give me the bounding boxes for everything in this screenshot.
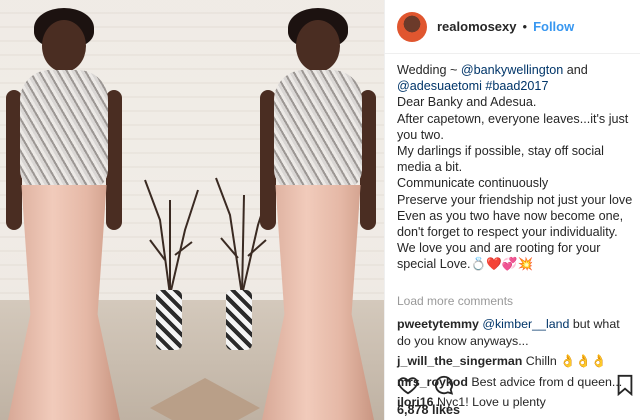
caption-line: media a bit.	[397, 159, 628, 175]
caption-text: My darlings if possible, stay off social	[397, 144, 604, 159]
caption-text: Dear Banky and Adesua.	[397, 95, 537, 110]
bookmark-icon[interactable]	[615, 374, 635, 396]
caption-line: Preserve your friendship not just your l…	[397, 192, 632, 208]
username-link[interactable]: realomosexy	[437, 19, 517, 34]
caption-line: My darlings if possible, stay off social	[397, 143, 628, 159]
caption-line: Communicate continuously	[397, 175, 628, 191]
comments-list: pweetytemmy @kimber__land but what do yo…	[385, 314, 640, 413]
caption-text: After capetown, everyone leaves...it's j…	[397, 111, 629, 126]
caption-text: Preserve your friendship not just your l…	[397, 192, 633, 207]
post-header: realomosexy • Follow	[385, 0, 640, 54]
comment-item: j_will_the_singerman Chilln 👌👌👌	[385, 351, 640, 372]
decor-branches-left	[144, 179, 199, 295]
comment-text: Chilln 👌👌👌	[522, 354, 607, 368]
decor-vase-right	[226, 290, 252, 350]
caption-text: Communicate continuously	[397, 176, 549, 191]
follow-button[interactable]: Follow	[533, 19, 574, 34]
post-caption: Wedding ~ @bankywellington and @adesuaeto…	[385, 54, 640, 296]
caption-text: don't forget to respect your individuali…	[397, 225, 618, 240]
caption-text: special Love.💍❤️💞💥	[397, 257, 534, 272]
avatar[interactable]	[397, 11, 427, 42]
heart-outline-icon[interactable]	[397, 374, 419, 396]
likes-count[interactable]: 6,878 likes	[397, 403, 460, 417]
caption-line: @adesuaetomi #baad2017	[397, 78, 628, 94]
caption-line: special Love.💍❤️💞💥	[397, 256, 628, 272]
caption-line: Dear Banky and Adesua.	[397, 94, 628, 110]
post-side-panel: realomosexy • Follow Wedding ~ @bankywel…	[384, 0, 640, 420]
comment-item: pweetytemmy @kimber__land but what do yo…	[385, 314, 640, 351]
person-figure-left	[0, 8, 128, 420]
decor-vase-left	[156, 290, 182, 350]
caption-line: you two.	[397, 127, 628, 143]
caption-line: don't forget to respect your individuali…	[397, 224, 628, 240]
hashtag-link[interactable]: #baad2017	[485, 79, 548, 93]
comment-bubble-icon[interactable]	[433, 374, 455, 396]
caption-text: you two.	[397, 127, 444, 142]
separator-dot: •	[522, 19, 528, 34]
load-more-comments-button[interactable]: Load more comments	[385, 294, 640, 314]
comment-username[interactable]: pweetytemmy	[397, 317, 479, 331]
mention-link[interactable]: @adesuaetomi	[397, 79, 482, 93]
caption-text: Even as you two have now become one,	[397, 208, 624, 223]
mention-link[interactable]: @kimber__land	[482, 317, 569, 331]
mention-link[interactable]: @bankywellington	[461, 63, 563, 77]
person-figure-right	[252, 8, 382, 420]
caption-text: and	[563, 63, 588, 77]
caption-line: We love you and are rooting for your	[397, 240, 628, 256]
comment-text: Best advice from d queen...	[467, 374, 623, 389]
comment-username[interactable]: j_will_the_singerman	[397, 354, 522, 368]
caption-line: Even as you two have now become one,	[397, 208, 628, 224]
caption-line: After capetown, everyone leaves...it's j…	[397, 111, 628, 127]
caption-text: media a bit.	[397, 160, 463, 175]
caption-text: We love you and are rooting for your	[397, 241, 601, 256]
post-photo[interactable]	[0, 0, 384, 420]
caption-text: Wedding ~	[397, 63, 461, 77]
action-bar	[397, 374, 633, 396]
caption-line: Wedding ~ @bankywellington and	[397, 62, 628, 78]
